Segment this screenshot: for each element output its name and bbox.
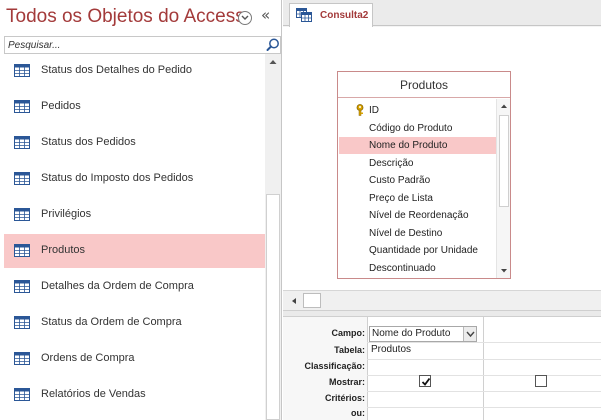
tab-consulta2[interactable]: Consulta2 xyxy=(289,3,373,27)
table-icon xyxy=(14,208,30,221)
chevron-down-circle-icon[interactable] xyxy=(238,11,252,25)
table-icon xyxy=(14,280,30,293)
list-item[interactable]: Privilégios xyxy=(4,198,265,232)
list-item[interactable]: Pedidos xyxy=(4,90,265,124)
field-list-item[interactable]: ID xyxy=(339,102,496,119)
grid-row-labels: Campo: Tabela: Classificação: Mostrar: Crité… xyxy=(283,317,367,420)
table-icon xyxy=(14,352,30,365)
list-item-label: Detalhes da Ordem de Compra xyxy=(41,280,194,292)
document-area: Consulta2 Produtos ID Código do Produto No… xyxy=(283,0,601,420)
grid-row-divider xyxy=(367,342,601,343)
document-tabs: Consulta2 xyxy=(283,0,601,27)
field-list-item[interactable]: Nível de Reordenação xyxy=(339,207,496,224)
grid-row-divider xyxy=(367,391,601,392)
nav-scrollbar[interactable] xyxy=(265,54,281,420)
design-grid: Campo: Tabela: Classificação: Mostrar: Crité… xyxy=(283,317,601,420)
grid-column-2[interactable] xyxy=(483,317,601,420)
list-item-label: Relatórios de Vendas xyxy=(41,388,146,400)
grid-row-label: Critérios: xyxy=(324,393,365,403)
field-list-item[interactable]: Descrição xyxy=(339,155,496,172)
table-icon xyxy=(14,244,30,257)
nav-scroll-thumb[interactable] xyxy=(266,194,280,420)
nav-title[interactable]: Todos os Objetos do Access xyxy=(6,6,245,28)
field-name: Nível de Reordenação xyxy=(369,210,469,221)
search-input[interactable] xyxy=(5,37,261,53)
list-item[interactable]: Status da Ordem de Compra xyxy=(4,306,265,340)
list-item[interactable]: Status dos Pedidos xyxy=(4,126,265,160)
field-list-item[interactable]: Nível de Destino xyxy=(339,225,496,242)
tab-label: Consulta2 xyxy=(320,10,369,21)
table-pane: Produtos ID Código do Produto Nome do Prod… xyxy=(283,27,601,290)
tabela-value: Produtos xyxy=(371,344,412,355)
list-item-label: Status dos Pedidos xyxy=(41,136,136,148)
search-icon[interactable] xyxy=(265,37,281,53)
search-box xyxy=(4,36,281,54)
field-name: Nome do Produto xyxy=(369,140,448,151)
campo-field-select[interactable]: Nome do Produto xyxy=(369,326,477,342)
horizontal-scroll-thumb[interactable] xyxy=(303,293,321,308)
field-list-item[interactable]: Custo Padrão xyxy=(339,172,496,189)
field-list-item[interactable]: Nome do Produto xyxy=(339,137,496,154)
list-item-label: Ordens de Compra xyxy=(41,352,135,364)
grid-row-label: Mostrar: xyxy=(328,377,365,387)
nav-header: Todos os Objetos do Access « xyxy=(0,0,282,36)
field-name: Código do Produto xyxy=(369,122,453,134)
field-name: Quantidade por Unidade xyxy=(369,245,478,256)
list-item[interactable]: Relatórios de Vendas xyxy=(4,378,265,412)
list-item[interactable]: Produtos xyxy=(4,234,265,268)
table-icon xyxy=(14,100,30,113)
table-icon xyxy=(14,316,30,329)
table-icon xyxy=(14,136,30,149)
scroll-left-icon[interactable] xyxy=(287,294,301,308)
field-name: Preço de Lista xyxy=(369,192,433,204)
key-icon xyxy=(355,104,365,116)
list-item[interactable]: Status do Imposto dos Pedidos xyxy=(4,162,265,196)
field-name: Descontinuado xyxy=(369,262,436,274)
grid-row-label: Tabela: xyxy=(334,345,365,355)
table-icon xyxy=(14,172,30,185)
field-name: Nível de Destino xyxy=(369,227,443,239)
field-list-item[interactable]: Código do Produto xyxy=(339,120,496,137)
list-item-label: Status dos Detalhes do Pedido xyxy=(41,64,193,76)
list-item-label: Produtos xyxy=(41,244,86,256)
table-icon xyxy=(14,64,30,77)
list-item[interactable]: Detalhes da Ordem de Compra xyxy=(4,270,265,304)
list-item-label: Pedidos xyxy=(41,100,81,112)
navigation-pane: Todos os Objetos do Access « Status dos … xyxy=(0,0,282,420)
field-list-produtos[interactable]: Produtos ID Código do Produto Nome do Prod… xyxy=(337,71,511,279)
grid-row-label: Campo: xyxy=(331,328,366,338)
horizontal-scrollbar[interactable] xyxy=(283,290,601,310)
list-item[interactable]: Ordens de Compra xyxy=(4,342,265,376)
mostrar-checkbox-1[interactable] xyxy=(419,375,431,387)
grid-row-divider xyxy=(367,407,601,408)
scroll-up-icon[interactable] xyxy=(265,54,281,70)
grid-row-divider xyxy=(367,375,601,376)
grid-row-divider xyxy=(367,359,601,360)
list-item-label: Status da Ordem de Compra xyxy=(41,316,182,328)
grid-row-label: Classificação: xyxy=(304,361,365,371)
query-icon xyxy=(296,8,312,22)
list-item[interactable]: Status dos Detalhes do Pedido xyxy=(4,54,265,88)
scroll-up-icon[interactable] xyxy=(497,99,511,113)
field-list-item[interactable]: Preço de Lista xyxy=(339,190,496,207)
table-icon xyxy=(14,388,30,401)
scroll-down-icon[interactable] xyxy=(497,264,511,278)
object-list: Status dos Detalhes do Pedido Pedidos Stat… xyxy=(4,54,265,420)
campo-value: Nome do Produto xyxy=(372,328,451,339)
field-name: ID xyxy=(369,105,379,116)
list-item-label: Status do Imposto dos Pedidos xyxy=(41,172,194,184)
field-name: Custo Padrão xyxy=(369,175,431,186)
field-list-item[interactable]: Quantidade por Unidade xyxy=(339,242,496,259)
pane-splitter[interactable] xyxy=(283,310,601,317)
field-list-scrollbar[interactable] xyxy=(496,99,510,278)
field-name: Descrição xyxy=(369,157,414,169)
list-item-label: Privilégios xyxy=(41,208,92,220)
mostrar-checkbox-2[interactable] xyxy=(535,375,547,387)
field-list-item[interactable]: Descontinuado xyxy=(339,260,496,277)
collapse-pane-icon[interactable]: « xyxy=(261,6,270,24)
field-list-title[interactable]: Produtos xyxy=(338,72,510,98)
grid-row-label: ou: xyxy=(351,408,365,418)
chevron-down-icon[interactable] xyxy=(463,327,476,341)
field-list-scroll-thumb[interactable] xyxy=(499,115,509,207)
